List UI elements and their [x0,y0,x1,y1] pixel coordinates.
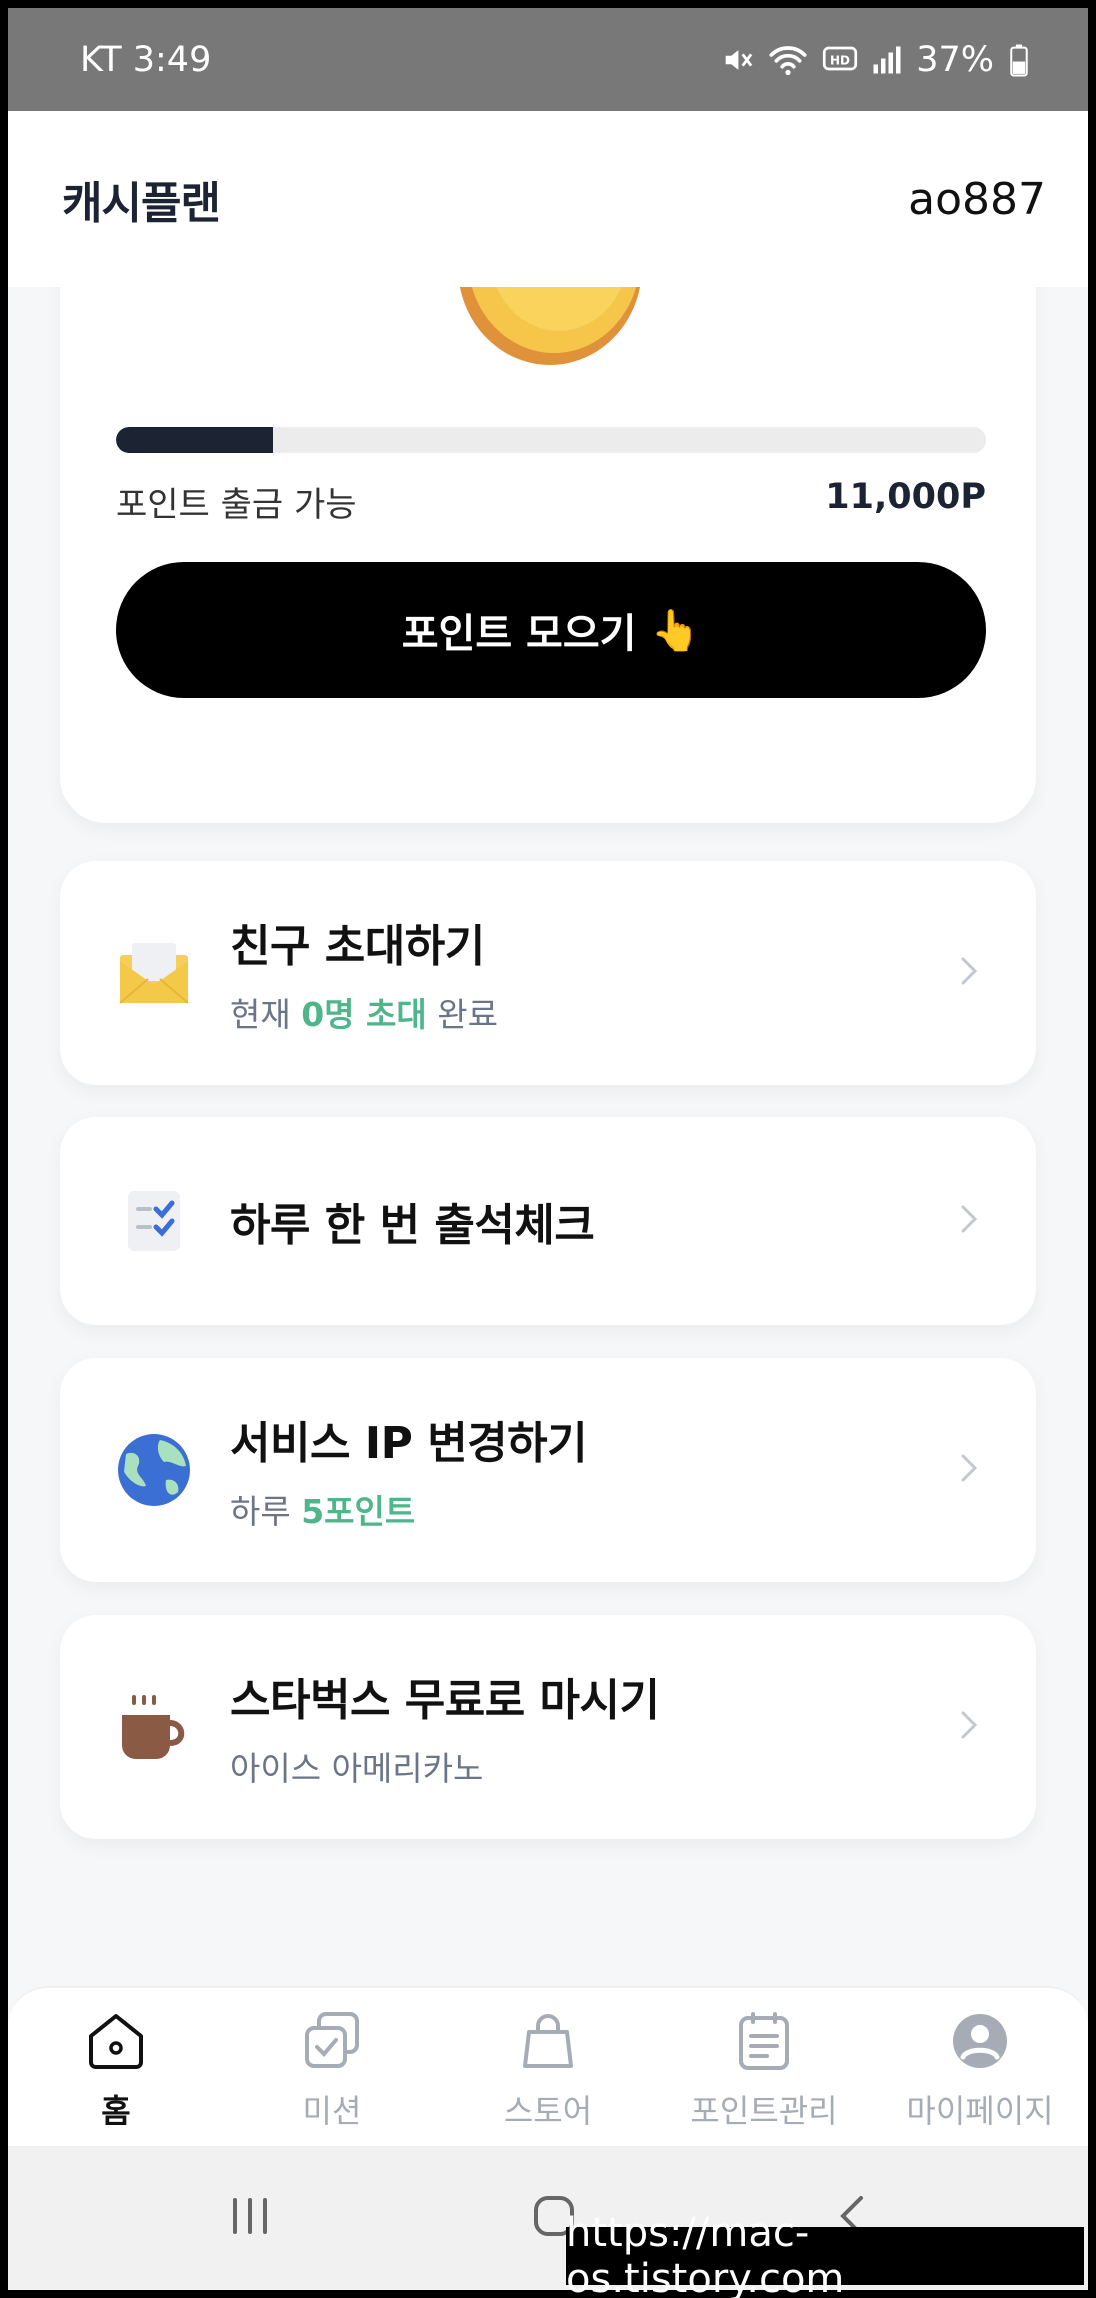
points-highlight: 5포인트 [301,1492,416,1531]
nav-label: 포인트관리 [690,2092,838,2130]
ip-change-text: 서비스 IP 변경하기 하루 5포인트 [230,1407,588,1533]
nav-mypage[interactable]: 마이페이지 [880,2010,1080,2132]
pointing-hand-icon: 👆 [650,607,701,654]
menu-title: 친구 초대하기 [230,921,485,972]
point-progress-bar [116,427,986,453]
nav-store[interactable]: 스토어 [448,2010,648,2132]
carrier-time: KT 3:49 [80,39,212,80]
user-id[interactable]: ao887 [908,174,1046,225]
chevron-right-icon [960,1710,978,1744]
status-bar: KT 3:49 HD 37% [8,8,1088,111]
menu-subtitle: 아이스 아메리카노 [230,1749,484,1788]
mission-icon [301,2010,363,2076]
nav-label: 마이페이지 [906,2092,1054,2130]
envelope-icon [116,935,192,1011]
battery-icon [1008,43,1030,77]
point-card: 포인트 출금 가능 11,000P 포인트 모으기 👆 [60,247,1036,823]
signal-icon [872,43,902,77]
coffee-icon [116,1689,192,1765]
point-progress-fill [116,427,273,453]
subtitle-prefix: 현재 [230,995,302,1034]
menu-subtitle: 하루 5포인트 [230,1485,587,1533]
status-icons: HD 37% [720,40,1030,80]
ip-change-card[interactable]: 서비스 IP 변경하기 하루 5포인트 [60,1358,1036,1582]
chevron-right-icon [960,1453,978,1487]
nav-label: 홈 [101,2092,131,2130]
watermark: https://mac-os.tistory.com [566,2210,1084,2298]
nav-home[interactable]: 홈 [16,2010,216,2132]
store-bag-icon [517,2010,579,2076]
mute-icon [720,43,754,77]
nav-label: 미션 [302,2092,362,2130]
nav-mission[interactable]: 미션 [232,2010,432,2132]
collect-button-label: 포인트 모으기 [401,611,637,657]
invite-count: 0명 초대 [301,995,427,1034]
attendance-check-card[interactable]: 하루 한 번 출석체크 [60,1117,1036,1325]
profile-icon [949,2010,1011,2076]
starbucks-text: 스타벅스 무료로 마시기 아이스 아메리카노 [230,1664,660,1790]
globe-icon [116,1432,192,1508]
starbucks-card[interactable]: 스타벅스 무료로 마시기 아이스 아메리카노 [60,1615,1036,1839]
hd-call-icon: HD [822,43,858,77]
svg-text:HD: HD [830,53,850,67]
bottom-nav: 홈 미션 스토어 포인트관리 마이페이지 [8,1986,1088,2146]
withdraw-amount: 11,000P [825,477,986,517]
menu-title: 서비스 IP 변경하기 [230,1418,588,1469]
chevron-right-icon [960,956,978,990]
nav-label: 스토어 [503,2092,593,2130]
recent-apps-icon[interactable] [229,2196,271,2240]
chevron-right-icon [960,1204,978,1238]
wifi-icon [768,43,808,77]
app-header: 캐시플랜 ao887 [8,111,1088,287]
collect-points-button[interactable]: 포인트 모으기 👆 [116,562,986,698]
phone-screen: KT 3:49 HD 37% 캐시플랜 ao887 포인트 출금 가능 11,0… [8,8,1088,2290]
checklist-icon [116,1183,192,1259]
invite-friends-card[interactable]: 친구 초대하기 현재 0명 초대 완료 [60,861,1036,1085]
menu-subtitle: 현재 0명 초대 완료 [230,988,498,1036]
menu-title: 스타벅스 무료로 마시기 [230,1675,660,1726]
menu-title: 하루 한 번 출석체크 [230,1200,595,1251]
invite-text: 친구 초대하기 현재 0명 초대 완료 [230,910,498,1036]
point-manage-icon [733,2010,795,2076]
subtitle-suffix: 완료 [426,995,498,1034]
withdraw-label: 포인트 출금 가능 [116,485,357,525]
app-title: 캐시플랜 [62,178,221,229]
subtitle-prefix: 하루 [230,1492,302,1531]
nav-point-manage[interactable]: 포인트관리 [664,2010,864,2132]
battery-text: 37% [916,39,994,80]
attendance-text: 하루 한 번 출석체크 [230,1189,595,1253]
home-icon [85,2010,147,2076]
